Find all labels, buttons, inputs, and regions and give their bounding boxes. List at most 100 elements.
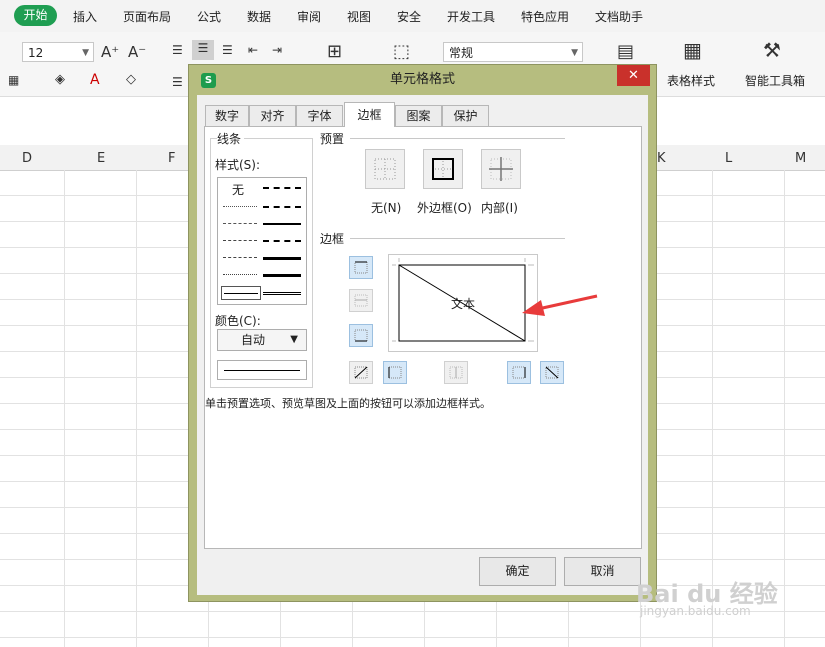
menu-tab-insert[interactable]: 插入 <box>73 8 97 25</box>
tab-alignment[interactable]: 对齐 <box>249 105 296 126</box>
smart-toolbox-button[interactable]: 智能工具箱 <box>745 72 805 89</box>
ok-button[interactable]: 确定 <box>479 557 556 586</box>
cancel-button[interactable]: 取消 <box>564 557 641 586</box>
border-inside-icon <box>489 157 513 181</box>
line-style-option[interactable] <box>223 223 257 224</box>
border-diagonal-up-button[interactable] <box>349 361 373 384</box>
border-preview[interactable]: 文本 <box>388 254 538 352</box>
border-group-title: 边框 <box>320 230 348 247</box>
menu-tab-security[interactable]: 安全 <box>397 8 421 25</box>
align-left-icon[interactable]: ☰ <box>172 74 183 90</box>
line-style-option[interactable] <box>263 274 301 277</box>
border-bottom-button[interactable] <box>349 324 373 347</box>
font-color-icon[interactable]: A <box>90 72 100 88</box>
line-style-option[interactable] <box>263 257 301 260</box>
dialog-body: 数字 对齐 字体 边框 图案 保护 线条 样式(S): 无 颜色(C): 自动 … <box>197 95 648 595</box>
table-style-icon[interactable]: ▦ <box>683 40 702 60</box>
border-right-icon <box>512 366 526 379</box>
preset-none-button[interactable] <box>365 149 405 189</box>
border-inner-horizontal-button[interactable] <box>349 289 373 312</box>
table-style-button[interactable]: 表格样式 <box>667 72 715 89</box>
menu-tab-special[interactable]: 特色应用 <box>521 8 569 25</box>
align-top-icon[interactable]: ☰ <box>172 42 183 58</box>
line-style-option[interactable] <box>223 274 257 275</box>
menu-tab-page-layout[interactable]: 页面布局 <box>123 8 171 25</box>
format-cells-dialog: S 单元格格式 ✕ 数字 对齐 字体 边框 图案 保护 线条 样式(S): 无 <box>188 64 657 602</box>
line-style-none[interactable]: 无 <box>232 181 244 198</box>
line-style-selected[interactable] <box>221 286 261 300</box>
tab-protection[interactable]: 保护 <box>442 105 489 126</box>
border-left-button[interactable] <box>383 361 407 384</box>
line-style-option[interactable] <box>263 240 301 242</box>
toolbox-icon[interactable]: ⚒ <box>763 40 781 60</box>
align-middle-icon[interactable]: ☰ <box>192 40 214 60</box>
border-tab-panel: 线条 样式(S): 无 颜色(C): 自动 ▼ 预置 无(N) 外边框(O) 内… <box>204 126 642 549</box>
preset-inside-button[interactable] <box>481 149 521 189</box>
diagonal-up-icon <box>354 366 368 379</box>
number-format-select[interactable]: 常规 ▼ <box>443 42 583 62</box>
column-header-f[interactable]: F <box>168 151 175 166</box>
line-style-option[interactable] <box>263 206 301 208</box>
font-size-value: 12 <box>28 46 44 60</box>
border-top-button[interactable] <box>349 256 373 279</box>
menu-tab-formulas[interactable]: 公式 <box>197 8 221 25</box>
tab-pattern[interactable]: 图案 <box>395 105 442 126</box>
menu-tab-doc-assistant[interactable]: 文档助手 <box>595 8 643 25</box>
watermark-url: jingyan.baidu.com <box>640 604 751 618</box>
line-style-option[interactable] <box>263 223 301 225</box>
column-header-l[interactable]: L <box>725 151 732 166</box>
merge-cells-icon[interactable]: ⊞ <box>327 43 342 61</box>
tab-border[interactable]: 边框 <box>344 102 395 127</box>
line-group-title: 线条 <box>217 130 245 147</box>
outdent-icon[interactable]: ⇤ <box>248 42 258 58</box>
menu-tab-developer[interactable]: 开发工具 <box>447 8 495 25</box>
border-right-button[interactable] <box>507 361 531 384</box>
border-separator <box>350 238 565 239</box>
dialog-titlebar[interactable]: S 单元格格式 ✕ <box>189 65 656 95</box>
line-color-select[interactable]: 自动 ▼ <box>217 329 307 351</box>
chevron-down-icon: ▼ <box>571 48 578 58</box>
ribbon-menu-bar: 开始 插入 页面布局 公式 数据 审阅 视图 安全 开发工具 特色应用 文档助手 <box>0 0 825 32</box>
conditional-format-icon[interactable]: ▤ <box>617 43 634 61</box>
menu-tab-review[interactable]: 审阅 <box>297 8 321 25</box>
menu-tab-home[interactable]: 开始 <box>14 5 57 26</box>
column-header-k[interactable]: K <box>657 151 666 166</box>
line-style-option[interactable] <box>263 292 301 295</box>
menu-tab-data[interactable]: 数据 <box>247 8 271 25</box>
preset-inside-label: 内部(I) <box>481 201 518 215</box>
fill-color-icon[interactable]: ◈ <box>55 72 65 88</box>
tab-number[interactable]: 数字 <box>205 105 249 126</box>
column-header-e[interactable]: E <box>97 151 105 166</box>
line-style-option[interactable] <box>223 257 257 258</box>
line-color-preview <box>217 360 307 380</box>
border-icon[interactable]: ▦ <box>8 72 19 88</box>
border-diagonal-down-button[interactable] <box>540 361 564 384</box>
chevron-down-icon: ▼ <box>290 334 298 345</box>
indent-icon[interactable]: ⇥ <box>272 42 282 58</box>
menu-tab-view[interactable]: 视图 <box>347 8 371 25</box>
preset-outline-label: 外边框(O) <box>417 201 472 215</box>
column-header-d[interactable]: D <box>22 151 32 166</box>
decrease-font-icon[interactable]: A⁻ <box>128 44 146 60</box>
preview-text: 文本 <box>451 297 476 311</box>
color-label: 颜色(C): <box>215 314 261 328</box>
dialog-title: 单元格格式 <box>389 72 455 87</box>
border-inner-horizontal-icon <box>354 294 368 307</box>
increase-font-icon[interactable]: A⁺ <box>101 44 119 60</box>
preset-outline-button[interactable] <box>423 149 463 189</box>
align-bottom-icon[interactable]: ☰ <box>222 42 233 58</box>
border-inner-vertical-button[interactable] <box>444 361 468 384</box>
line-style-option[interactable] <box>223 206 257 207</box>
line-style-option[interactable] <box>223 240 257 241</box>
preset-separator <box>350 138 565 139</box>
tab-font[interactable]: 字体 <box>296 105 343 126</box>
line-style-option[interactable] <box>263 187 301 189</box>
column-header-m[interactable]: M <box>795 151 806 166</box>
line-style-list[interactable]: 无 <box>217 177 307 305</box>
font-size-select[interactable]: 12 ▼ <box>22 42 94 62</box>
border-outline-icon <box>432 158 454 180</box>
wrap-text-icon[interactable]: ⬚ <box>393 43 410 61</box>
preset-none-label: 无(N) <box>371 201 402 215</box>
close-button[interactable]: ✕ <box>617 65 650 86</box>
clear-format-icon[interactable]: ◇ <box>126 72 136 88</box>
